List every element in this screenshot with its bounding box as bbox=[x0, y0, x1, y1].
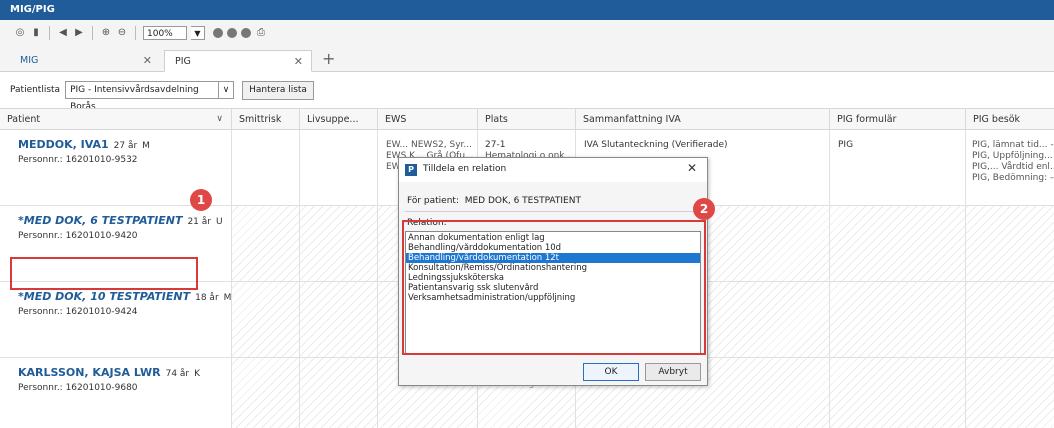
toolbar-separator bbox=[49, 26, 50, 40]
pig-visit-line: PIG, Uppföljning... bbox=[972, 151, 1053, 161]
column-header-patient[interactable]: Patient ∨ bbox=[0, 109, 232, 130]
pig-visit-line: PIG, Bedömning: -- bbox=[972, 173, 1054, 183]
tab-pig[interactable]: PIG ✕ bbox=[164, 50, 312, 72]
patient-name[interactable]: *MED DOK, 10 TESTPATIENT 18 år M bbox=[18, 290, 231, 303]
page-icon[interactable]: ▮ bbox=[30, 27, 42, 39]
patient-name[interactable]: KARLSSON, KAJSA LWR 74 år K bbox=[18, 366, 200, 379]
highlight-box-relation bbox=[402, 220, 706, 355]
tab-mig[interactable]: MIG ✕ bbox=[10, 50, 160, 72]
close-icon[interactable]: ✕ bbox=[294, 51, 303, 73]
grid-header: Patient ∨ Smittrisk Livsuppe... EWS Plat… bbox=[0, 108, 1054, 130]
patient-list-select[interactable]: PIG - Intensivvårdsavdelning Borås bbox=[65, 81, 220, 112]
dialog-title-bar: P Tilldela en relation ✕ bbox=[399, 158, 707, 182]
chevron-down-icon[interactable]: ∨ bbox=[216, 109, 223, 130]
column-divider bbox=[965, 130, 966, 428]
patient-personnr: Personnr.: 16201010-9424 bbox=[18, 307, 138, 317]
summary-text[interactable]: IVA Slutanteckning (Verifierade) bbox=[584, 140, 728, 151]
pig-form-text[interactable]: PIG bbox=[838, 140, 853, 151]
dialog-title: Tilldela en relation bbox=[423, 164, 507, 174]
app-p-icon: P bbox=[405, 164, 417, 176]
zoom-in-icon[interactable]: ⊕ bbox=[100, 27, 112, 39]
column-header-livsuppe[interactable]: Livsuppe... bbox=[300, 109, 378, 130]
circle-icon[interactable] bbox=[227, 28, 237, 38]
column-header-pig-visit[interactable]: PIG besök bbox=[966, 109, 1054, 130]
ok-button[interactable]: OK bbox=[583, 363, 639, 381]
column-header-pig-form[interactable]: PIG formulär bbox=[830, 109, 966, 130]
tab-bar: MIG ✕ PIG ✕ + bbox=[0, 46, 1054, 72]
tab-label: PIG bbox=[175, 56, 191, 67]
dialog-divider bbox=[405, 211, 701, 212]
manage-list-button[interactable]: Hantera lista bbox=[242, 80, 314, 100]
toolbar: ◎ ▮ ◀ ▶ ⊕ ⊖ 100% ▼ ⎙ bbox=[0, 20, 1054, 46]
column-header-ews[interactable]: EWS bbox=[378, 109, 478, 130]
pig-visit-line: PIG, lämnat tid... - bbox=[972, 140, 1054, 150]
chevron-down-icon[interactable]: ▼ bbox=[191, 26, 205, 40]
window-title-bar: MIG/PIG bbox=[0, 0, 1054, 20]
patient-list-label: Patientlista bbox=[10, 85, 61, 95]
pig-visit-line: PIG,... Vårdtid enl.. bbox=[972, 162, 1054, 172]
window-title: MIG/PIG bbox=[10, 4, 55, 15]
tab-label: MIG bbox=[20, 55, 39, 66]
prev-page-icon[interactable]: ◀ bbox=[57, 27, 69, 39]
ews-line: EW... NEWS2, Syr... bbox=[386, 140, 472, 150]
toolbar-separator bbox=[135, 26, 136, 40]
binoculars-icon[interactable]: ◎ bbox=[14, 27, 26, 39]
zoom-out-icon[interactable]: ⊖ bbox=[116, 27, 128, 39]
cancel-button[interactable]: Avbryt bbox=[645, 363, 701, 381]
column-header-smittrisk[interactable]: Smittrisk bbox=[232, 109, 300, 130]
patient-personnr: Personnr.: 16201010-9532 bbox=[18, 155, 138, 165]
column-divider bbox=[377, 130, 378, 428]
plats-bed: 27-1 bbox=[485, 140, 506, 150]
close-icon[interactable]: ✕ bbox=[687, 161, 697, 175]
print-icon[interactable]: ⎙ bbox=[255, 27, 267, 39]
zoom-input[interactable]: 100% bbox=[143, 26, 187, 40]
column-header-summary[interactable]: Sammanfattning IVA bbox=[576, 109, 830, 130]
patient-name[interactable]: *MED DOK, 6 TESTPATIENT 21 år U bbox=[18, 214, 223, 227]
column-divider bbox=[299, 130, 300, 428]
column-divider bbox=[829, 130, 830, 428]
column-header-plats[interactable]: Plats bbox=[478, 109, 576, 130]
next-page-icon[interactable]: ▶ bbox=[73, 27, 85, 39]
patient-list-bar: Patientlista PIG - Intensivvårdsavdelnin… bbox=[0, 72, 1054, 112]
step-badge-1: 1 bbox=[190, 189, 212, 211]
circle-icon[interactable] bbox=[241, 28, 251, 38]
step-badge-2: 2 bbox=[693, 198, 715, 220]
add-tab-icon[interactable]: + bbox=[322, 48, 335, 70]
patient-personnr: Personnr.: 16201010-9680 bbox=[18, 383, 138, 393]
toolbar-separator bbox=[92, 26, 93, 40]
chevron-down-icon[interactable]: ∨ bbox=[218, 81, 235, 99]
patient-cell[interactable]: *MED DOK, 10 TESTPATIENT 18 år M Personnr.… bbox=[0, 282, 232, 357]
for-patient: För patient: MED DOK, 6 TESTPATIENT bbox=[407, 196, 581, 206]
circle-icon[interactable] bbox=[213, 28, 223, 38]
close-icon[interactable]: ✕ bbox=[143, 50, 152, 72]
patient-personnr: Personnr.: 16201010-9420 bbox=[18, 231, 138, 241]
patient-cell[interactable]: KARLSSON, KAJSA LWR 74 år K Personnr.: 162… bbox=[0, 358, 232, 428]
column-divider bbox=[231, 130, 232, 428]
highlight-box-patient bbox=[10, 257, 198, 290]
patient-name[interactable]: MEDDOK, IVA1 27 år M bbox=[18, 138, 150, 151]
